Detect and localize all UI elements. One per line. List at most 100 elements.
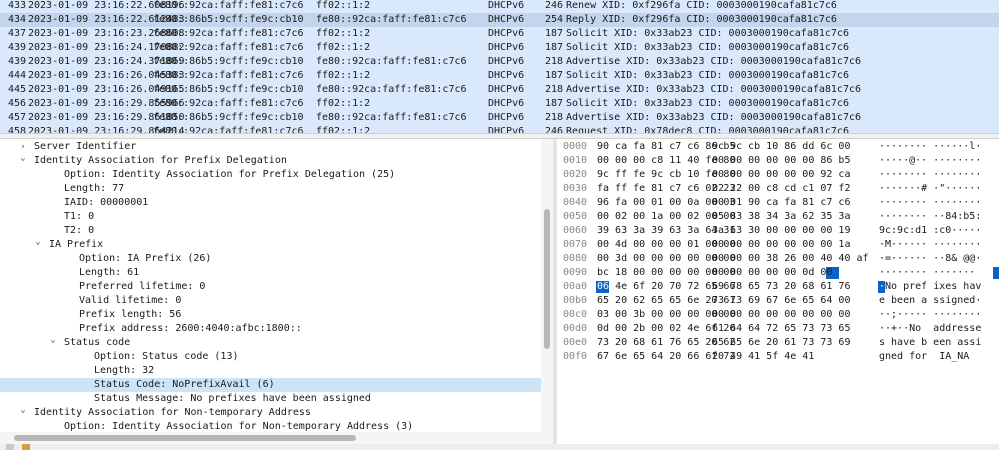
hex-bytes-right: 05 83 38 34 3a 62 35 3a <box>712 211 851 222</box>
hex-offset: 0030 <box>563 183 588 194</box>
tree-item[interactable]: ⌄ Identity Association for Non-temporary … <box>0 403 541 420</box>
packet-cell-no: 458 <box>7 126 26 133</box>
packet-row[interactable]: 434 2023-01-09 23:16:22.612483 fe80::86b5:… <box>0 13 999 27</box>
packet-cell-no: 437 <box>7 28 26 39</box>
hex-bytes-right: 65 65 6e 20 61 73 73 69 <box>712 337 851 348</box>
hex-row[interactable]: 00f0 67 6e 65 64 20 66 6f 72 20 49 41 5f 4… <box>557 350 999 364</box>
packet-row[interactable]: 458 2023-01-09 23:16:29.864214 fe80::92ca:… <box>0 125 999 133</box>
packet-cell-dst: ff02::1:2 <box>316 70 371 81</box>
ascii-text: 9c:9c:d1 :c0····· <box>879 225 982 236</box>
expert-info-icon[interactable] <box>6 444 14 450</box>
packet-row[interactable]: 444 2023-01-09 23:16:26.045383 fe80::92ca:… <box>0 69 999 83</box>
tree-item-label: Valid lifetime: 0 <box>79 295 182 306</box>
tree-item[interactable]: Length: 32 <box>0 364 541 378</box>
tree-item[interactable]: Status Message: No prefixes have been as… <box>0 392 541 406</box>
hex-offset: 0050 <box>563 211 588 222</box>
chevron-down-icon[interactable]: ⌄ <box>33 235 43 249</box>
hex-offset: 0080 <box>563 253 588 264</box>
hex-row[interactable]: 0040 96 fa 00 01 00 0a 00 03 00 01 90 ca f… <box>557 196 999 210</box>
tree-item[interactable]: Length: 61 <box>0 266 541 280</box>
packet-cell-dst: ff02::1:2 <box>316 28 371 39</box>
hex-offset: 00a0 <box>563 281 588 292</box>
hex-offset: 00f0 <box>563 351 588 362</box>
packet-cell-no: 434 <box>7 14 26 25</box>
packet-row[interactable]: 433 2023-01-09 23:16:22.608196 fe80::92ca:… <box>0 0 999 13</box>
packet-details-tree[interactable]: › Server Identifier ⌄ Identity Association … <box>0 139 541 432</box>
hex-row[interactable]: 0060 39 63 3a 39 63 3a 64 31 3a 63 30 00 0… <box>557 224 999 238</box>
packet-row[interactable]: 439 2023-01-09 23:16:24.170882 fe80::92ca:… <box>0 41 999 55</box>
packet-cell-dst: fe80::92ca:faff:fe81:c7c6 <box>316 84 467 95</box>
packet-row[interactable]: 439 2023-01-09 23:16:24.371869 fe80::86b5:… <box>0 55 999 69</box>
packet-cell-proto: DHCPv6 <box>488 56 525 67</box>
packet-cell-info: Solicit XID: 0x33ab23 CID: 0003000190caf… <box>566 42 849 53</box>
chevron-down-icon[interactable]: ⌄ <box>18 151 28 165</box>
hex-row[interactable]: 0010 00 00 00 c8 11 40 fe 80 00 00 00 00 0… <box>557 154 999 168</box>
packet-cell-info: Solicit XID: 0x33ab23 CID: 0003000190caf… <box>566 98 849 109</box>
hex-row[interactable]: 00c0 03 00 3b 00 00 00 00 00 00 00 00 00 0… <box>557 308 999 322</box>
hex-offset: 0090 <box>563 267 588 278</box>
packet-row[interactable]: 456 2023-01-09 23:16:29.855966 fe80::92ca:… <box>0 97 999 111</box>
tree-item[interactable]: Option: Status code (13) <box>0 350 541 364</box>
hex-row[interactable]: 00a0 06 4e 6f 20 70 72 65 66 69 78 65 73 2… <box>557 280 999 294</box>
hex-offset: 00d0 <box>563 323 588 334</box>
tree-item-label: Identity Association for Non-temporary A… <box>34 407 311 418</box>
tree-item[interactable]: ⌄ Identity Association for Prefix Delegat… <box>0 151 541 168</box>
packet-cell-dst: fe80::92ca:faff:fe81:c7c6 <box>316 14 467 25</box>
packet-cell-src: fe80::86b5:9cff:fe9c:cb10 <box>153 14 304 25</box>
tree-item[interactable]: ⌄ Status code <box>0 333 541 350</box>
tree-item[interactable]: IAID: 00000001 <box>0 196 541 210</box>
tree-item[interactable]: Prefix address: 2600:4040:afbc:1800:: <box>0 322 541 336</box>
details-horizontal-scroll-thumb[interactable] <box>14 435 356 441</box>
chevron-down-icon[interactable]: ⌄ <box>48 333 58 347</box>
tree-item[interactable]: Preferred lifetime: 0 <box>0 280 541 294</box>
chevron-down-icon[interactable]: ⌄ <box>18 403 28 417</box>
details-vertical-scrollbar[interactable] <box>541 139 553 432</box>
hex-offset: 00e0 <box>563 337 588 348</box>
tree-item[interactable]: › Server Identifier <box>0 140 541 154</box>
packet-cell-src: fe80::86b5:9cff:fe9c:cb10 <box>153 84 304 95</box>
capture-file-icon[interactable] <box>22 444 30 450</box>
tree-item[interactable]: ⌄ IA Prefix <box>0 235 541 252</box>
hex-row[interactable]: 0020 9c ff fe 9c cb 10 fe 80 00 00 00 00 0… <box>557 168 999 182</box>
tree-item[interactable]: Status Code: NoPrefixAvail (6) <box>0 378 541 392</box>
tree-item[interactable]: Option: Identity Association for Prefix … <box>0 168 541 182</box>
tree-item-label: Length: 77 <box>64 183 125 194</box>
hex-row[interactable]: 00e0 73 20 68 61 76 65 20 62 65 65 6e 20 6… <box>557 336 999 350</box>
packet-cell-src: fe80::86b5:9cff:fe9c:cb10 <box>153 56 304 67</box>
tree-item[interactable]: T1: 0 <box>0 210 541 224</box>
ascii-text: e been a ssigned· <box>879 295 982 306</box>
hex-row[interactable]: 0090 bc 18 00 00 00 00 00 00 00 00 00 00 0… <box>557 266 999 280</box>
hex-row[interactable]: 00d0 0d 00 2b 00 02 4e 6f 20 61 64 64 72 6… <box>557 322 999 336</box>
packet-cell-proto: DHCPv6 <box>488 112 525 123</box>
tree-item[interactable]: Length: 77 <box>0 182 541 196</box>
packet-cell-src: fe80::92ca:faff:fe81:c7c6 <box>153 42 304 53</box>
packet-bytes-pane[interactable]: 0000 90 ca fa 81 c7 c6 86 b5 9c 9c cb 10 8… <box>557 139 999 444</box>
tree-item[interactable]: Option: IA Prefix (26) <box>0 252 541 266</box>
tree-item[interactable]: Option: Identity Association for Non-tem… <box>0 420 541 432</box>
hex-row[interactable]: 0080 00 3d 00 00 00 00 00 00 00 00 00 38 2… <box>557 252 999 266</box>
hex-bytes-right: 9c 9c cb 10 86 dd 6c 00 <box>712 141 851 152</box>
packet-cell-proto: DHCPv6 <box>488 98 525 109</box>
packet-cell-no: 445 <box>7 84 26 95</box>
tree-item[interactable]: T2: 0 <box>0 224 541 238</box>
packet-list[interactable]: 433 2023-01-09 23:16:22.608196 fe80::92ca:… <box>0 0 999 133</box>
details-horizontal-scrollbar[interactable] <box>0 432 553 444</box>
details-vertical-scroll-thumb[interactable] <box>544 209 550 349</box>
packet-cell-info: Request XID: 0x78dec8 CID: 0003000190caf… <box>566 126 849 133</box>
hex-bytes-right: 02 22 00 c8 cd c1 07 f2 <box>712 183 851 194</box>
packet-cell-no: 439 <box>7 42 26 53</box>
packet-cell-dst: ff02::1:2 <box>316 42 371 53</box>
hex-bytes-right: 00 00 00 00 00 00 92 ca <box>712 169 851 180</box>
packet-row[interactable]: 457 2023-01-09 23:16:29.861850 fe80::86b5:… <box>0 111 999 125</box>
ascii-text: s have b een assi <box>879 337 982 348</box>
hex-row[interactable]: 0000 90 ca fa 81 c7 c6 86 b5 9c 9c cb 10 8… <box>557 140 999 154</box>
hex-row[interactable]: 0050 00 02 00 1a 00 02 00 00 05 83 38 34 3… <box>557 210 999 224</box>
packet-cell-src: fe80::92ca:faff:fe81:c7c6 <box>153 0 304 11</box>
packet-row[interactable]: 437 2023-01-09 23:16:23.268608 fe80::92ca:… <box>0 27 999 41</box>
hex-row[interactable]: 0030 fa ff fe 81 c7 c6 02 23 02 22 00 c8 c… <box>557 182 999 196</box>
tree-item[interactable]: Valid lifetime: 0 <box>0 294 541 308</box>
hex-row[interactable]: 00b0 65 20 62 65 65 6e 20 61 73 73 69 67 6… <box>557 294 999 308</box>
tree-item[interactable]: Prefix length: 56 <box>0 308 541 322</box>
packet-row[interactable]: 445 2023-01-09 23:16:26.049165 fe80::86b5:… <box>0 83 999 97</box>
hex-row[interactable]: 0070 00 4d 00 00 00 01 00 00 00 00 00 00 0… <box>557 238 999 252</box>
